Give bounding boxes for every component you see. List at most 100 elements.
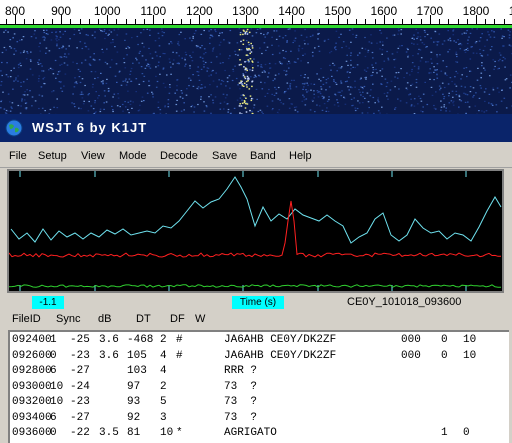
waterfall-pixel <box>229 55 231 57</box>
waterfall-pixel <box>17 80 19 82</box>
frequency-minor-tick <box>282 19 284 24</box>
waterfall-signal-pixel <box>238 105 241 107</box>
waterfall-pixel <box>379 41 381 43</box>
decode-fileid: 092600 <box>12 349 52 362</box>
waterfall-pixel <box>274 74 277 76</box>
window-titlebar[interactable]: WSJT 6 by K1JT <box>0 114 512 142</box>
waterfall-pixel <box>3 31 5 33</box>
waterfall-pixel <box>136 59 138 61</box>
waterfall-pixel <box>73 103 75 105</box>
waterfall-pixel <box>361 47 364 49</box>
menu-band[interactable]: Band <box>250 150 276 162</box>
waterfall-pixel <box>279 99 281 101</box>
menu-help[interactable]: Help <box>289 150 312 162</box>
waterfall-pixel <box>481 110 483 112</box>
waterfall-pixel <box>371 51 374 54</box>
waterfall-signal-pixel <box>249 52 251 55</box>
menu-setup[interactable]: Setup <box>38 150 67 162</box>
waterfall-pixel <box>276 111 279 113</box>
waterfall-pixel <box>349 93 352 95</box>
waterfall-pixel <box>115 63 118 65</box>
waterfall-pixel <box>257 65 259 67</box>
waterfall-pixel <box>257 110 260 113</box>
waterfall-pixel <box>485 110 488 112</box>
waterfall-pixel <box>123 62 126 64</box>
waterfall-signal-pixel <box>242 74 245 76</box>
decode-w: 2 <box>160 334 167 346</box>
frequency-minor-tick <box>411 19 413 24</box>
waterfall-pixel <box>472 87 475 89</box>
waterfall-pixel <box>382 44 384 46</box>
waterfall-pixel <box>317 91 319 94</box>
waterfall-pixel <box>440 106 443 108</box>
waterfall-pixel <box>481 33 483 35</box>
waterfall-pixel <box>334 47 336 49</box>
waterfall-pixel <box>33 33 36 35</box>
waterfall-pixel <box>181 92 183 94</box>
signal-plot[interactable] <box>9 171 502 291</box>
waterfall-pixel <box>481 55 484 57</box>
waterfall-pixel <box>250 76 252 78</box>
waterfall-pixel <box>368 41 371 43</box>
waterfall-pixel <box>31 74 34 76</box>
waterfall-pixel <box>120 84 123 86</box>
decode-dt: 3.5 <box>99 427 119 439</box>
waterfall-pixel <box>22 81 25 83</box>
waterfall-pixel <box>59 36 62 38</box>
waterfall-pixel <box>387 57 389 59</box>
waterfall-pixel <box>232 70 235 72</box>
waterfall-pixel <box>189 65 191 67</box>
waterfall-pixel <box>177 43 179 45</box>
waterfall-pixel <box>369 95 372 97</box>
waterfall-pixel <box>90 71 93 73</box>
waterfall-pixel <box>325 110 328 112</box>
waterfall-pixel <box>241 99 243 101</box>
menu-save[interactable]: Save <box>212 150 237 162</box>
waterfall-pixel <box>176 79 178 81</box>
waterfall-pixel <box>263 33 265 36</box>
waterfall-pixel <box>63 62 66 64</box>
frequency-minor-tick <box>346 19 348 24</box>
waterfall-pixel <box>433 107 436 109</box>
waterfall-pixel <box>307 43 309 45</box>
waterfall-panel[interactable]: 800 900 1000 1100 1200 1300 1400 1500 1600 1700 18… <box>0 0 512 114</box>
waterfall-pixel <box>264 36 266 38</box>
waterfall-pixel <box>304 74 306 76</box>
waterfall-pixel <box>399 100 402 102</box>
waterfall-display[interactable] <box>0 28 512 114</box>
waterfall-pixel <box>460 44 463 46</box>
waterfall-pixel <box>161 31 164 33</box>
waterfall-pixel <box>5 74 8 76</box>
waterfall-pixel <box>239 97 242 99</box>
waterfall-pixel <box>294 30 296 32</box>
menu-file[interactable]: File <box>9 150 27 162</box>
decode-list[interactable]: 092400 1 -25 3.6 -468 2 # JA6AHB CE0Y/DK2ZF 000 0… <box>8 330 509 443</box>
frequency-major-tick <box>199 15 201 24</box>
waterfall-pixel <box>340 95 343 97</box>
waterfall-pixel <box>301 47 304 50</box>
waterfall-pixel <box>35 37 37 39</box>
waterfall-pixel <box>329 52 331 54</box>
waterfall-pixel <box>20 81 22 84</box>
waterfall-pixel <box>410 105 413 107</box>
waterfall-signal-pixel <box>238 49 241 51</box>
waterfall-pixel <box>226 77 229 79</box>
window-title: WSJT 6 by K1JT <box>32 120 148 135</box>
waterfall-pixel <box>85 34 88 36</box>
waterfall-pixel <box>376 72 378 74</box>
waterfall-pixel <box>307 90 310 92</box>
waterfall-pixel <box>451 80 453 83</box>
menu-mode[interactable]: Mode <box>119 150 147 162</box>
waterfall-pixel <box>251 35 254 37</box>
menu-decode[interactable]: Decode <box>160 150 198 162</box>
waterfall-pixel <box>354 86 356 88</box>
waterfall-pixel <box>162 68 165 70</box>
waterfall-pixel <box>102 80 104 82</box>
decode-c: 10 <box>463 334 477 346</box>
waterfall-pixel <box>53 106 55 108</box>
menu-view[interactable]: View <box>81 150 105 162</box>
waterfall-pixel <box>79 70 81 72</box>
waterfall-pixel <box>326 107 328 109</box>
waterfall-pixel <box>356 64 359 66</box>
waterfall-pixel <box>188 85 190 87</box>
